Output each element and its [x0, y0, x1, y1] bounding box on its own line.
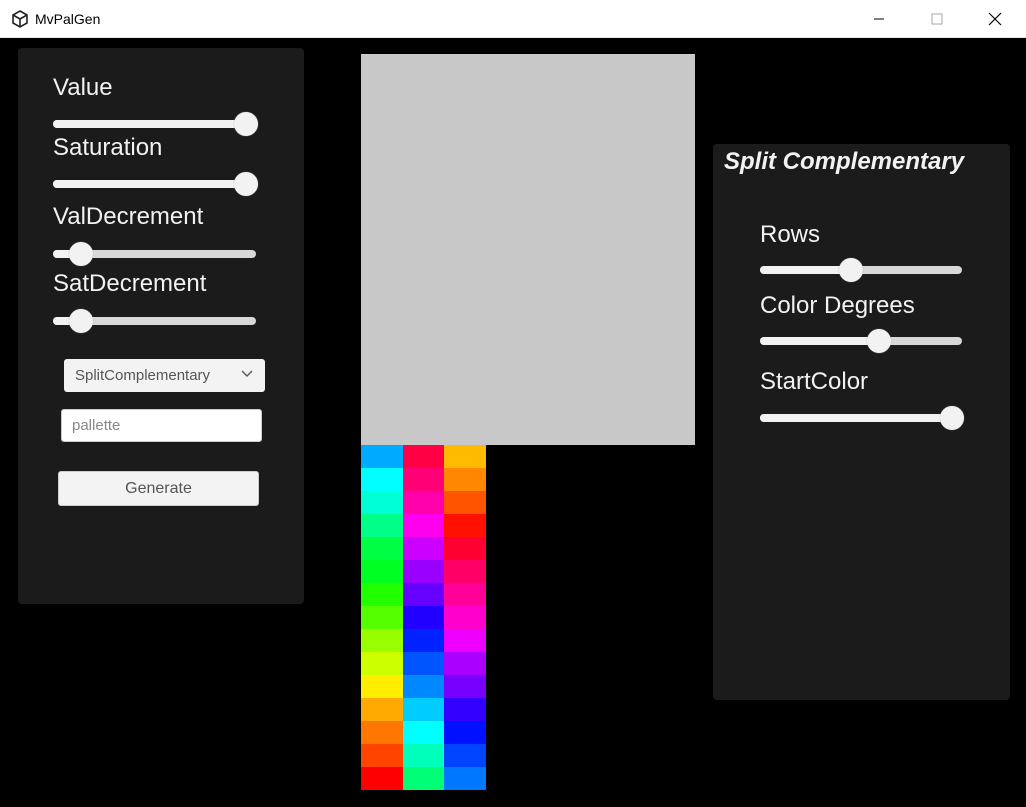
palette-swatch [402, 560, 445, 583]
palette-swatch [361, 537, 403, 560]
slider-fill [53, 180, 246, 188]
palette-swatch [361, 606, 403, 629]
value-slider[interactable] [53, 112, 258, 136]
slider-fill [760, 266, 851, 274]
slider-fill [760, 337, 880, 345]
palette-swatch [402, 744, 445, 767]
slider-thumb[interactable] [69, 242, 94, 266]
palette-swatch [444, 721, 487, 744]
palette-swatch [361, 560, 403, 583]
palette-swatch [402, 491, 445, 514]
rows-slider[interactable] [760, 258, 962, 282]
maximize-icon [931, 13, 943, 25]
palette-swatch [444, 629, 487, 652]
palette-name-input[interactable] [61, 409, 262, 442]
palette-swatch [361, 583, 403, 606]
palette-swatch [444, 606, 487, 629]
maximize-button[interactable] [908, 0, 966, 38]
chevron-down-icon [241, 370, 253, 377]
slider-thumb[interactable] [939, 406, 964, 430]
slider-thumb[interactable] [69, 309, 94, 333]
palette-swatch [402, 698, 445, 721]
generate-button[interactable]: Generate [58, 471, 259, 506]
palette-swatch-grid [361, 445, 487, 790]
scheme-panel: Split Complementary Rows Color Degrees S… [713, 144, 1010, 700]
rows-label: Rows [760, 221, 821, 248]
title-bar: MvPalGen [0, 0, 1026, 38]
palette-swatch [361, 744, 403, 767]
palette-swatch [402, 445, 445, 468]
minimize-button[interactable] [850, 0, 908, 38]
minimize-icon [874, 18, 884, 20]
close-button[interactable] [966, 0, 1024, 38]
color-degrees-label: Color Degrees [760, 292, 915, 319]
palette-swatch [444, 514, 487, 537]
saturation-slider[interactable] [53, 172, 258, 196]
sat-decrement-label: SatDecrement [53, 270, 207, 297]
slider-fill [53, 120, 246, 128]
start-color-label: StartColor [760, 368, 869, 395]
scheme-dropdown[interactable]: SplitComplementary [64, 359, 265, 392]
palette-swatch [402, 514, 445, 537]
palette-swatch [361, 491, 403, 514]
settings-panel: Value Saturation ValDecrement SatDecreme… [18, 48, 304, 604]
palette-swatch [444, 744, 487, 767]
value-label: Value [53, 74, 113, 101]
slider-thumb[interactable] [233, 112, 258, 136]
palette-swatch [361, 652, 403, 675]
unity-icon [12, 10, 28, 28]
palette-swatch [444, 652, 487, 675]
palette-swatch [361, 721, 403, 744]
palette-swatch [402, 468, 445, 491]
palette-swatch [361, 675, 403, 698]
palette-swatch [402, 606, 445, 629]
palette-swatch [444, 675, 487, 698]
slider-fill [760, 414, 952, 422]
dropdown-selected-label: SplitComplementary [75, 367, 211, 384]
palette-swatch [361, 767, 403, 790]
val-decrement-label: ValDecrement [53, 203, 204, 230]
palette-swatch [402, 675, 445, 698]
palette-swatch [444, 767, 487, 790]
palette-swatch [361, 445, 403, 468]
palette-swatch [361, 514, 403, 537]
palette-swatch [444, 583, 487, 606]
slider-thumb[interactable] [867, 329, 892, 353]
palette-swatch [361, 629, 403, 652]
palette-swatch [402, 629, 445, 652]
palette-swatch [402, 583, 445, 606]
color-degrees-slider[interactable] [760, 329, 962, 353]
palette-swatch [444, 560, 487, 583]
palette-swatch [361, 468, 403, 491]
palette-swatch [402, 652, 445, 675]
palette-swatch [444, 445, 487, 468]
palette-swatch [444, 698, 487, 721]
palette-swatch [402, 721, 445, 744]
palette-swatch [402, 537, 445, 560]
val-decrement-slider[interactable] [53, 242, 256, 266]
scheme-title: Split Complementary [724, 148, 965, 175]
palette-swatch [361, 698, 403, 721]
palette-swatch [402, 767, 445, 790]
palette-swatch [444, 491, 487, 514]
slider-thumb[interactable] [838, 258, 863, 282]
saturation-label: Saturation [53, 134, 163, 161]
start-color-slider[interactable] [760, 406, 964, 430]
close-icon [988, 12, 1002, 26]
window-title: MvPalGen [35, 11, 101, 27]
slider-thumb[interactable] [233, 172, 258, 196]
sat-decrement-slider[interactable] [53, 309, 256, 333]
palette-swatch [444, 468, 487, 491]
preview-area [361, 54, 695, 445]
palette-swatch [444, 537, 487, 560]
